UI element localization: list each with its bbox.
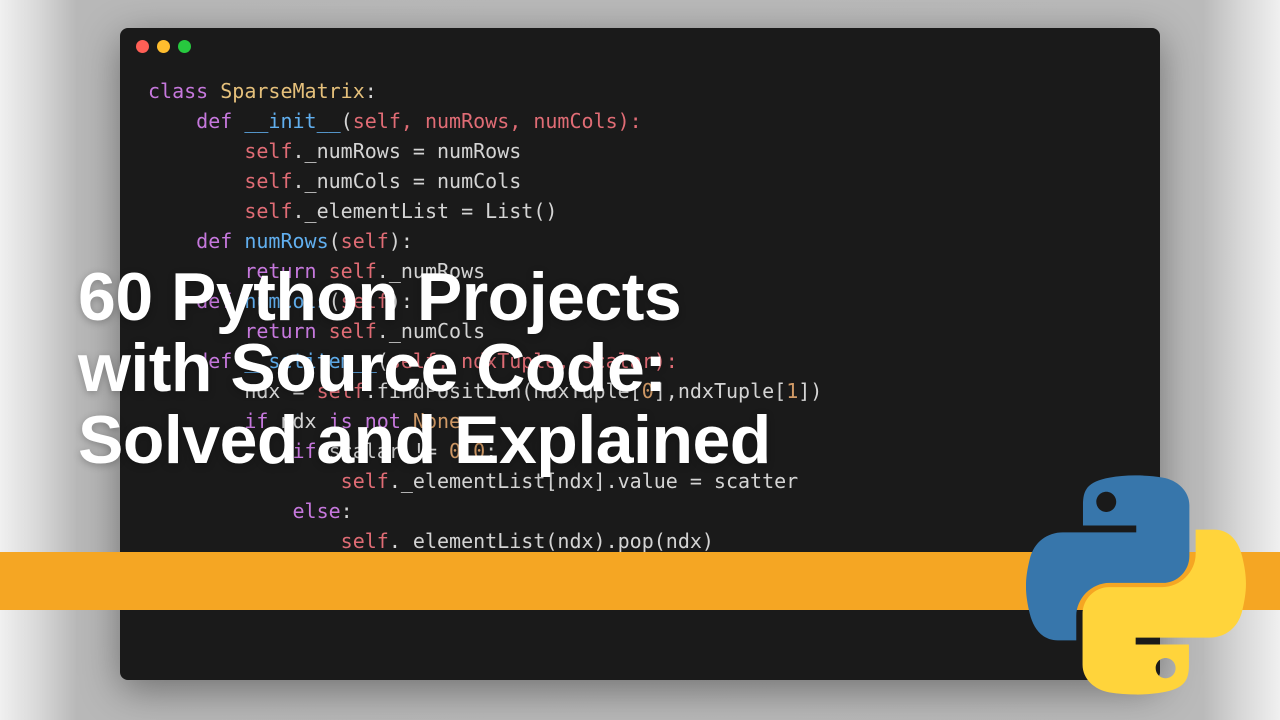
code-token: self <box>341 529 389 553</box>
code-token: self <box>341 229 389 253</box>
window-titlebar <box>120 28 1160 64</box>
code-token: ( <box>341 109 353 133</box>
code-token: self <box>353 109 401 133</box>
code-token: self <box>244 199 292 223</box>
maximize-icon <box>178 40 191 53</box>
headline-line: with Source Code: <box>78 333 771 404</box>
minimize-icon <box>157 40 170 53</box>
code-token: def <box>148 229 244 253</box>
close-icon <box>136 40 149 53</box>
headline-title: 60 Python Projects with Source Code: Sol… <box>78 262 771 476</box>
code-token: self <box>244 139 292 163</box>
code-token: self <box>244 169 292 193</box>
code-token <box>148 529 341 553</box>
headline-line: 60 Python Projects <box>78 262 771 333</box>
code-token: ._numRows = numRows <box>293 139 522 163</box>
code-token <box>148 169 244 193</box>
code-token: ): <box>389 229 413 253</box>
code-token: 1 <box>786 379 798 403</box>
code-token: : <box>365 79 377 103</box>
code-token: numRows <box>244 229 328 253</box>
code-token: , numRows, numCols): <box>401 109 642 133</box>
code-token: def <box>148 109 244 133</box>
code-token <box>148 499 293 523</box>
code-token: ( <box>329 229 341 253</box>
python-logo-icon <box>1026 475 1246 695</box>
code-token: : <box>341 499 353 523</box>
code-token: class <box>148 79 220 103</box>
code-token <box>148 199 244 223</box>
code-token: else <box>293 499 341 523</box>
code-token: __init__ <box>244 109 340 133</box>
code-token <box>148 139 244 163</box>
headline-line: Solved and Explained <box>78 405 771 476</box>
code-token: ._elementList = List() <box>293 199 558 223</box>
code-token: ._numCols = numCols <box>293 169 522 193</box>
code-token: ]) <box>798 379 822 403</box>
code-token: SparseMatrix <box>220 79 365 103</box>
code-token: ._elementList(ndx).pop(ndx) <box>389 529 714 553</box>
